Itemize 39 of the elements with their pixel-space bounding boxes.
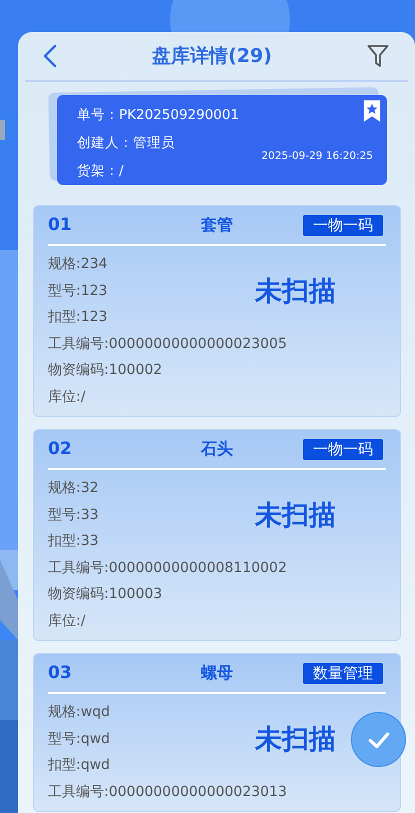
item-number: 02 (48, 439, 73, 459)
item-name: 套管 (201, 214, 233, 236)
item-card[interactable]: 02 石头 一物一码 未扫描 规格:32 型号:33 扣型:33 工具编号:00000000000008110002 物资编码:100003 库位:/ (33, 429, 401, 641)
summary-line: 创建人：管理员 (77, 134, 176, 153)
item-field: 型号:qwd (48, 726, 110, 752)
item-field: 工具编号:00000000000000023005 (48, 330, 287, 357)
item-field: 物资编码:100002 (48, 357, 162, 384)
management-tag: 一物一码 (303, 438, 383, 460)
item-field: 规格:wqd (48, 699, 110, 726)
item-field: 库位:/ (48, 384, 86, 410)
item-field: 扣型:33 (48, 528, 99, 554)
item-field: 扣型:123 (48, 304, 108, 330)
item-field: 扣型:qwd (48, 752, 110, 778)
scan-status: 未扫描 (255, 723, 336, 757)
item-field: 型号:123 (48, 278, 108, 304)
bookmark-star-icon[interactable] (363, 99, 381, 123)
timestamp: 2025-09-29 16:20:25 (261, 150, 373, 162)
back-icon[interactable] (43, 44, 57, 68)
item-field: 型号:33 (48, 502, 99, 528)
item-field: 规格:234 (48, 251, 108, 278)
item-card[interactable]: 03 螺母 数量管理 未扫描 规格:wqd 型号:qwd 扣型:qwd 工具编号:00000000000000023013 (33, 653, 401, 812)
item-name: 螺母 (201, 662, 233, 684)
management-tag: 数量管理 (303, 662, 383, 684)
item-number: 01 (48, 215, 73, 235)
page-title: 盘库详情(29) (152, 44, 272, 69)
item-field: 工具编号:00000000000008110002 (48, 554, 287, 581)
item-number: 03 (48, 663, 73, 683)
item-name: 石头 (201, 438, 233, 460)
item-card[interactable]: 01 套管 一物一码 未扫描 规格:234 型号:123 扣型:123 工具编号:00000000000000023005 物资编码:100002 库位:/ (33, 205, 401, 417)
summary-line: 货架：/ (77, 162, 125, 181)
item-field: 规格:32 (48, 475, 99, 502)
scan-status: 未扫描 (255, 499, 336, 533)
filter-icon[interactable] (367, 44, 389, 68)
item-field: 物资编码:100003 (48, 581, 162, 608)
item-field: 工具编号:00000000000000023013 (48, 778, 287, 805)
summary-line: 单号：PK202509290001 (77, 106, 240, 125)
item-field: 库位:/ (48, 608, 86, 634)
scan-status: 未扫描 (255, 275, 336, 309)
management-tag: 一物一码 (303, 214, 383, 236)
